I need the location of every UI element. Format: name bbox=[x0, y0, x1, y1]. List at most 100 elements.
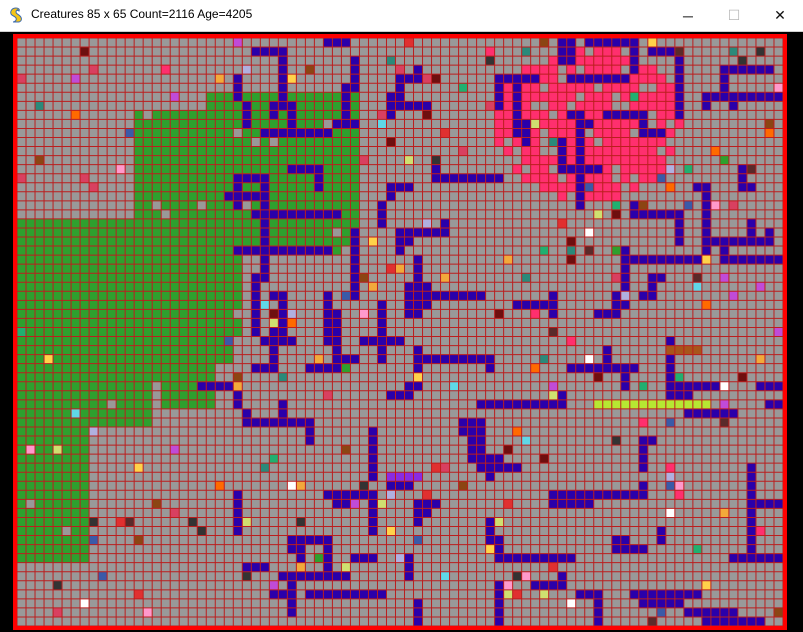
creature-cell bbox=[701, 191, 711, 201]
creature-cell bbox=[26, 291, 36, 301]
creature-cell bbox=[701, 381, 711, 391]
creature-cell bbox=[485, 363, 495, 373]
creature-cell bbox=[611, 128, 621, 138]
creature-cell bbox=[494, 463, 504, 473]
creature-cell bbox=[188, 372, 198, 382]
creature-cell bbox=[350, 209, 360, 219]
creature-cell bbox=[242, 417, 252, 427]
creature-cell bbox=[53, 345, 63, 355]
creature-cell bbox=[755, 47, 765, 57]
creature-cell bbox=[746, 164, 756, 174]
creature-cell bbox=[575, 83, 585, 93]
creature-cell bbox=[71, 273, 81, 283]
creature-cell bbox=[521, 47, 531, 57]
creature-cell bbox=[98, 327, 108, 337]
creature-cell bbox=[620, 92, 630, 102]
creature-cell bbox=[53, 309, 63, 319]
creature-cell bbox=[206, 119, 216, 129]
creature-cell bbox=[188, 363, 198, 373]
creature-cell bbox=[296, 128, 306, 138]
creature-cell bbox=[260, 463, 270, 473]
creature-cell bbox=[287, 164, 297, 174]
creature-cell bbox=[368, 282, 378, 292]
creature-cell bbox=[269, 92, 279, 102]
creature-cell bbox=[206, 218, 216, 228]
creature-cell bbox=[260, 246, 270, 256]
creature-cell bbox=[422, 282, 432, 292]
creature-cell bbox=[692, 255, 702, 265]
creature-cell bbox=[332, 309, 342, 319]
creature-cell bbox=[314, 209, 324, 219]
creature-cell bbox=[188, 291, 198, 301]
creature-cell bbox=[359, 155, 369, 165]
creature-cell bbox=[566, 182, 576, 192]
creature-cell bbox=[593, 209, 603, 219]
creature-cell bbox=[314, 571, 324, 581]
creature-cell bbox=[503, 92, 513, 102]
creature-cell bbox=[179, 209, 189, 219]
creature-cell bbox=[161, 164, 171, 174]
creature-cell bbox=[26, 273, 36, 283]
creature-cell bbox=[35, 526, 45, 536]
creature-cell bbox=[656, 535, 666, 545]
creature-cell bbox=[278, 218, 288, 228]
creature-cell bbox=[620, 146, 630, 156]
creature-cell bbox=[80, 318, 90, 328]
creature-cell bbox=[350, 264, 360, 274]
creature-cell bbox=[485, 544, 495, 554]
creature-cell bbox=[17, 218, 27, 228]
creature-cell bbox=[17, 499, 27, 509]
creature-cell bbox=[332, 200, 342, 210]
creature-cell bbox=[305, 128, 315, 138]
creature-cell bbox=[89, 354, 99, 364]
creature-cell bbox=[224, 137, 234, 147]
creature-cell bbox=[179, 218, 189, 228]
close-button[interactable]: ✕ bbox=[757, 0, 803, 31]
creature-cell bbox=[17, 363, 27, 373]
creature-cell bbox=[206, 173, 216, 183]
creature-cell bbox=[62, 472, 72, 482]
creature-cell bbox=[161, 300, 171, 310]
creature-cell bbox=[44, 526, 54, 536]
creature-cell bbox=[161, 390, 171, 400]
creature-cell bbox=[773, 399, 783, 409]
creature-cell bbox=[773, 499, 783, 509]
creature-cell bbox=[701, 300, 711, 310]
creature-cell bbox=[566, 56, 576, 66]
creature-cell bbox=[593, 191, 603, 201]
creature-cell bbox=[314, 246, 324, 256]
minimize-button[interactable]: ─ bbox=[665, 0, 711, 31]
creature-cell bbox=[269, 146, 279, 156]
creature-cell bbox=[170, 264, 180, 274]
creature-cell bbox=[233, 200, 243, 210]
creature-cell bbox=[179, 227, 189, 238]
creature-cell bbox=[197, 282, 207, 292]
creature-cell bbox=[386, 526, 396, 536]
creature-cell bbox=[701, 255, 711, 265]
creature-cell bbox=[566, 92, 576, 102]
creature-cell bbox=[44, 399, 54, 409]
creature-cell bbox=[179, 345, 189, 355]
creature-cell bbox=[611, 200, 621, 210]
creature-cell bbox=[539, 65, 549, 75]
creature-cell bbox=[611, 56, 621, 66]
creature-cell bbox=[305, 535, 315, 545]
creature-cell bbox=[233, 74, 243, 84]
creature-cell bbox=[314, 200, 324, 210]
creature-cell bbox=[620, 110, 630, 120]
creature-cell bbox=[773, 255, 783, 265]
creature-cell bbox=[224, 209, 234, 219]
creature-cell bbox=[494, 119, 504, 129]
creature-cell bbox=[296, 481, 306, 491]
creature-cell bbox=[341, 146, 351, 156]
creature-cell bbox=[431, 499, 441, 509]
creature-cell bbox=[494, 309, 504, 319]
creature-cell bbox=[53, 282, 63, 292]
creature-cell bbox=[359, 309, 369, 319]
creature-cell bbox=[260, 255, 270, 265]
maximize-button[interactable]: ☐ bbox=[711, 0, 757, 31]
creature-cell bbox=[314, 101, 324, 111]
creature-cell bbox=[341, 227, 351, 238]
creature-world[interactable] bbox=[13, 34, 787, 630]
creature-cell bbox=[431, 291, 441, 301]
